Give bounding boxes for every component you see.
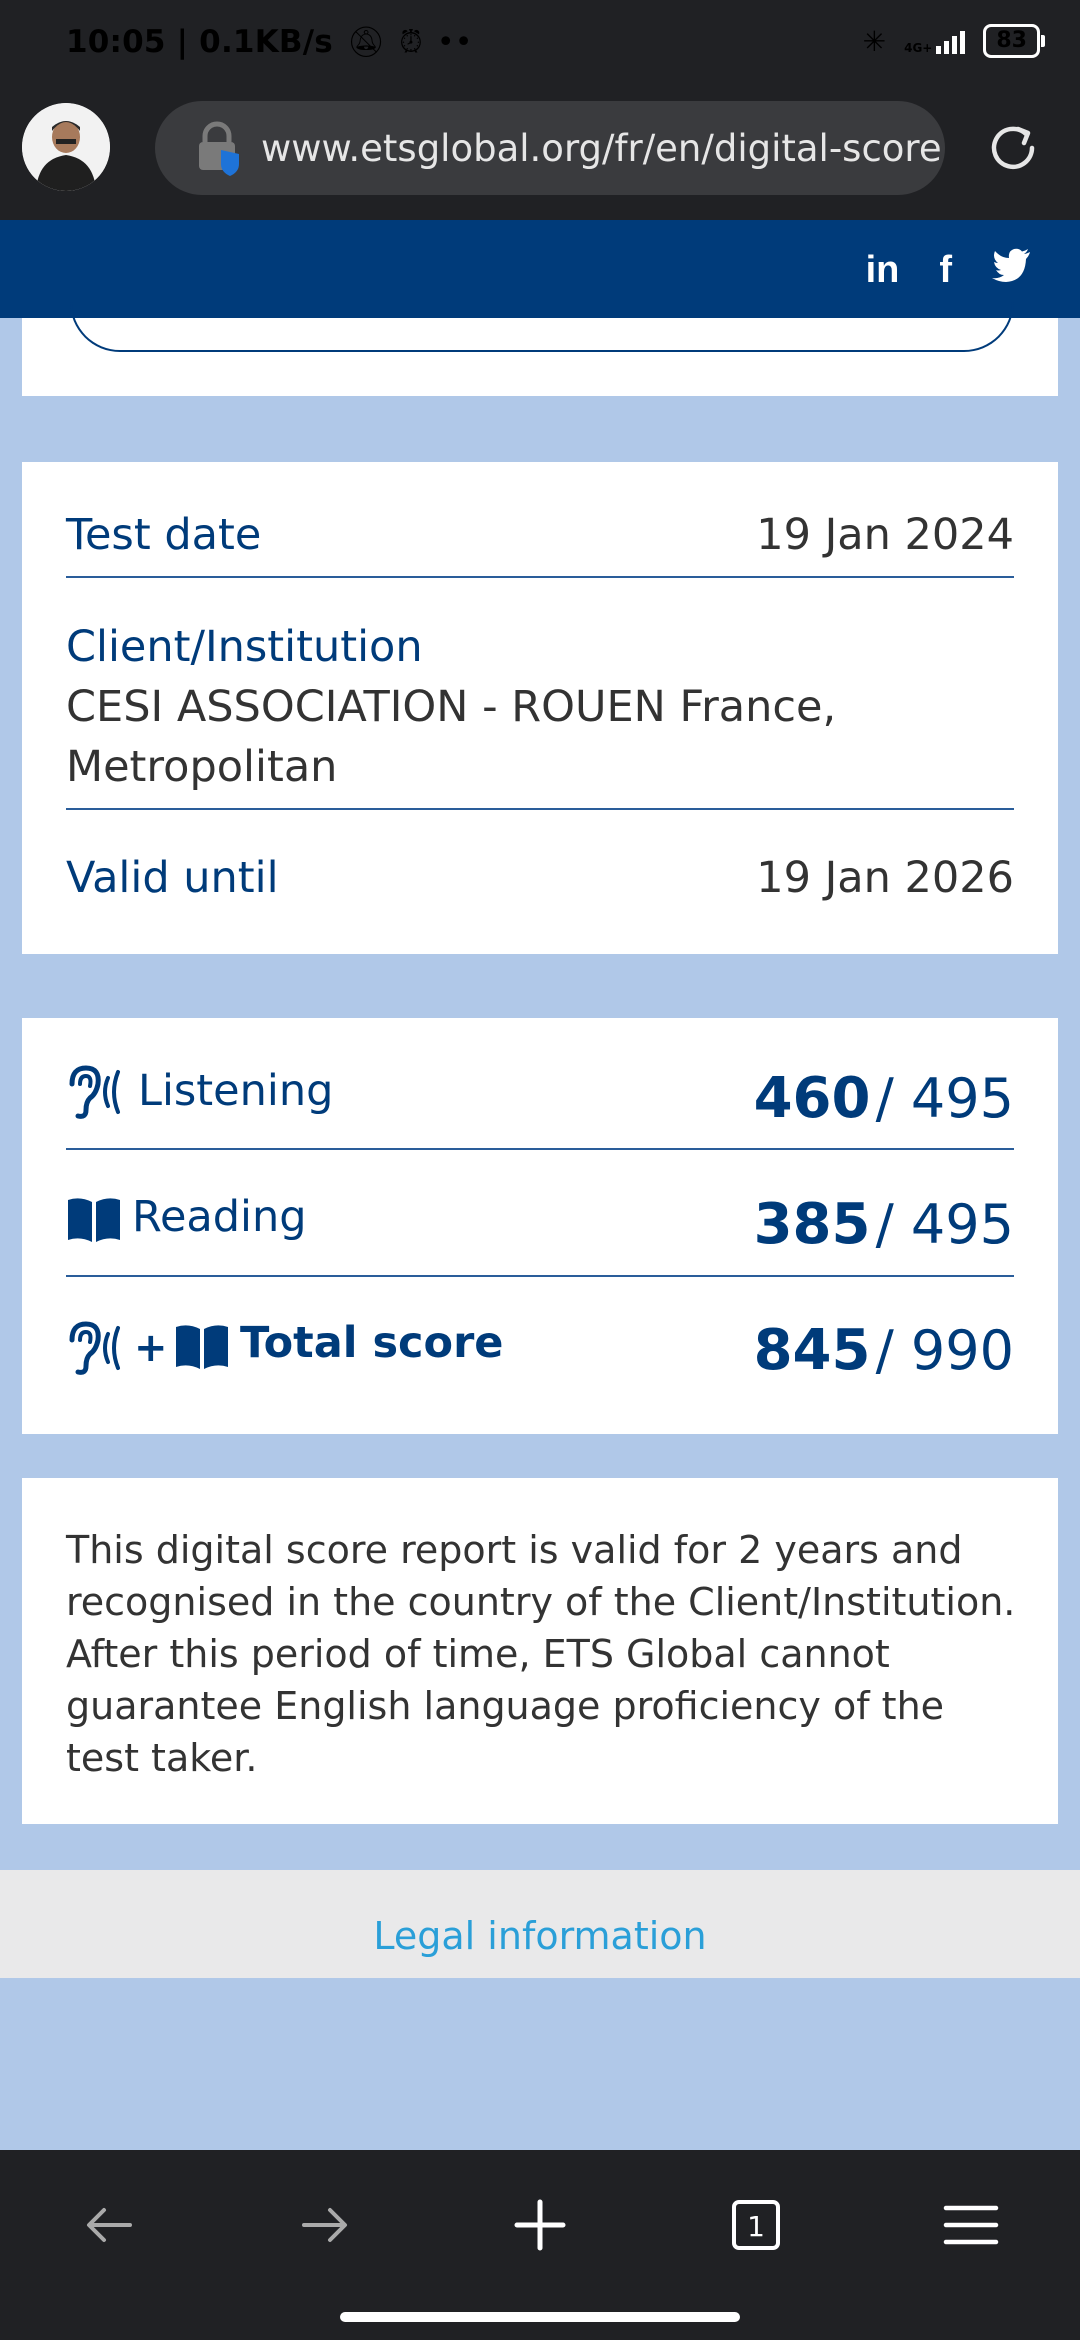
legal-information-link[interactable]: Legal information	[0, 1914, 1080, 1958]
validity-note-text: This digital score report is valid for 2…	[66, 1528, 1016, 1780]
forward-icon[interactable]	[290, 2190, 360, 2260]
reading-score-max: / 495	[875, 1193, 1014, 1256]
client-value-line1: CESI ASSOCIATION - ROUEN France,	[66, 682, 837, 732]
divider	[66, 1275, 1014, 1277]
ear-icon	[66, 1064, 128, 1124]
more-notifications-icon: ••	[436, 24, 473, 60]
twitter-icon[interactable]	[992, 248, 1032, 292]
total-score-value: 845	[753, 1318, 871, 1383]
plus-sign: +	[134, 1325, 168, 1371]
total-score-max: / 990	[875, 1319, 1014, 1382]
bluetooth-icon: ✳︎	[862, 24, 887, 58]
valid-until-label: Valid until	[66, 853, 279, 903]
test-date-label: Test date	[66, 510, 262, 560]
reload-icon[interactable]	[982, 117, 1044, 179]
test-date-value: 19 Jan 2024	[756, 510, 1014, 560]
status-right: ✳︎ 4G+ 83	[862, 24, 1045, 58]
social-links: in f	[866, 248, 1032, 292]
tabs-count-icon[interactable]: 1	[720, 2190, 790, 2260]
divider	[66, 808, 1014, 810]
valid-until-value: 19 Jan 2026	[756, 853, 1014, 903]
total-icons: +	[66, 1320, 230, 1376]
reading-label: Reading	[132, 1192, 307, 1242]
network-type: 4G+	[904, 41, 933, 55]
ear-icon	[69, 1321, 120, 1375]
divider	[66, 1148, 1014, 1150]
new-tab-icon[interactable]	[505, 2190, 575, 2260]
signal-icon	[936, 28, 966, 54]
battery-indicator: 83	[983, 24, 1045, 58]
total-score-label: Total score	[240, 1318, 504, 1368]
outlined-button-bottom[interactable]	[70, 290, 1014, 352]
listening-score: 460 / 495	[754, 1066, 1014, 1131]
listening-label: Listening	[138, 1066, 334, 1116]
listening-score-max: / 495	[875, 1067, 1014, 1130]
divider	[66, 576, 1014, 578]
reading-score: 385 / 495	[754, 1192, 1014, 1257]
book-icon	[66, 1196, 122, 1250]
reading-score-value: 385	[753, 1192, 871, 1257]
home-indicator[interactable]	[340, 2312, 740, 2322]
book-icon	[175, 1325, 228, 1369]
svg-text:1: 1	[747, 2210, 765, 2243]
client-value-line2: Metropolitan	[66, 742, 338, 792]
back-icon[interactable]	[74, 2190, 144, 2260]
facebook-icon[interactable]: f	[939, 249, 952, 292]
total-score: 845 / 990	[754, 1318, 1014, 1383]
lock-shield-icon	[195, 120, 243, 176]
listening-score-value: 460	[753, 1066, 871, 1131]
mute-bell-icon: 🔕︎	[346, 24, 386, 60]
profile-avatar[interactable]	[22, 103, 110, 191]
address-bar[interactable]: www.etsglobal.org/fr/en/digital-score-	[155, 101, 945, 195]
linkedin-icon[interactable]: in	[866, 249, 900, 292]
status-time: 10:05 | 0.1KB/s	[66, 24, 333, 60]
alarm-icon: ⏰︎	[399, 24, 423, 60]
client-label: Client/Institution	[66, 622, 423, 672]
signal-group: 4G+	[904, 28, 966, 55]
menu-icon[interactable]	[936, 2190, 1006, 2260]
status-left: 10:05 | 0.1KB/s 🔕︎ ⏰︎ ••	[66, 24, 473, 60]
url-text: www.etsglobal.org/fr/en/digital-score-	[261, 126, 941, 170]
